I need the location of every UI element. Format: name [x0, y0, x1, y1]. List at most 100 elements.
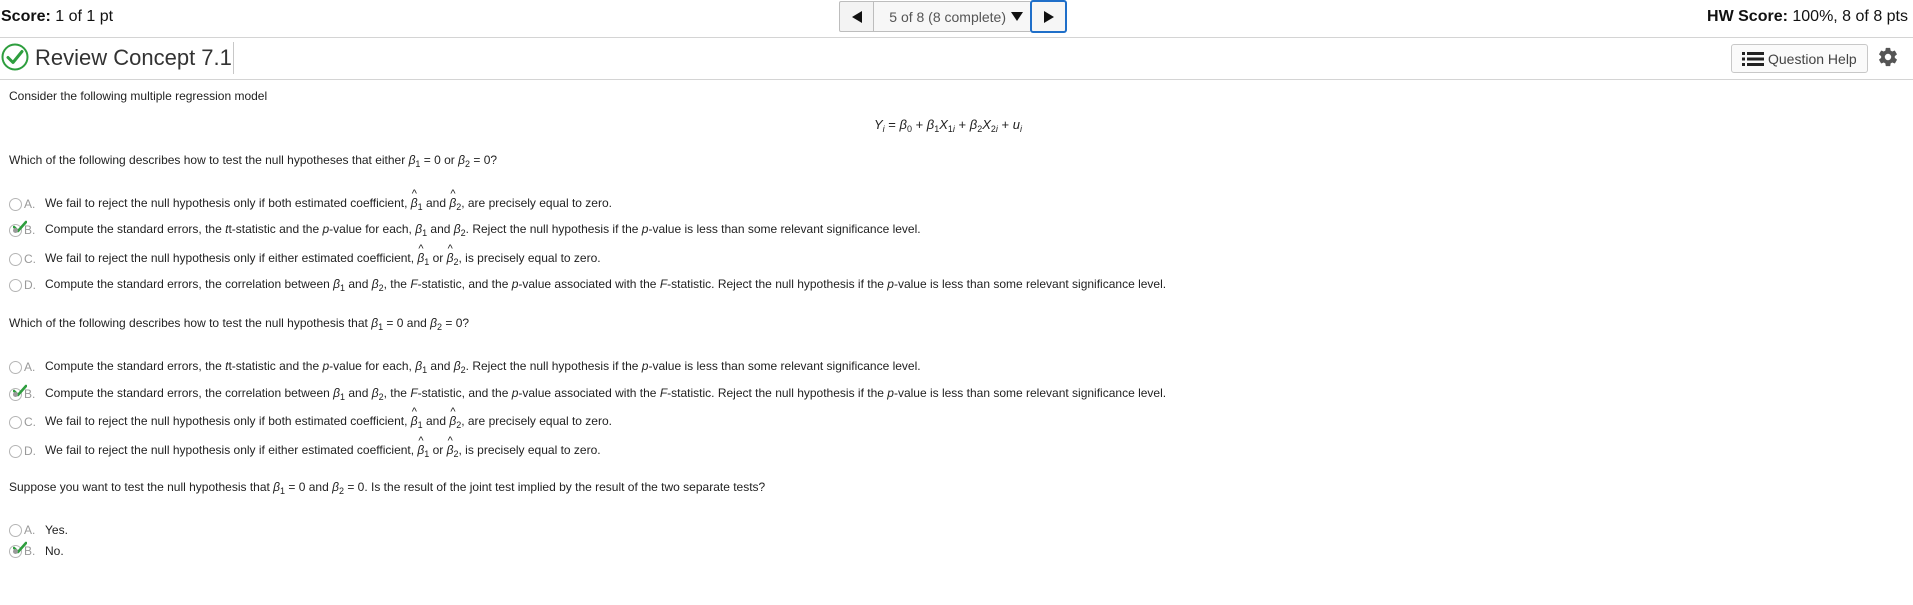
checkmark-icon — [13, 384, 27, 396]
fragment: -value for each, — [329, 359, 416, 373]
fragment: or — [429, 251, 447, 265]
page-title: Review Concept 7.1 — [35, 45, 232, 70]
fragment: Compute the standard errors, the — [45, 359, 226, 373]
checkmark-icon — [13, 541, 27, 553]
q2-option-c-radio[interactable] — [9, 415, 22, 429]
q2-option-b-radio[interactable] — [9, 384, 27, 401]
fragment: -value is less than some relevant signif… — [893, 277, 1167, 291]
fragment: Compute the standard errors, the — [45, 222, 226, 236]
option-text: Yes. — [45, 523, 68, 537]
question-navigator: 5 of 8 (8 complete) — [839, 0, 1067, 34]
option-text: Compute the standard errors, the tt-stat… — [45, 359, 921, 375]
fragment: -statistic, and the — [417, 386, 512, 400]
triangle-left-icon — [851, 10, 862, 23]
fragment: -value is less than some relevant signif… — [648, 222, 921, 236]
q2-option-b[interactable]: B. Compute the standard errors, the corr… — [9, 384, 1167, 403]
option-letter: C. — [24, 252, 36, 266]
q3-option-a[interactable]: A. Yes. — [9, 521, 68, 539]
or-text: or — [440, 153, 459, 167]
hw-score: HW Score: 100%, 8 of 8 pts — [1707, 8, 1908, 26]
fragment: We fail to reject the null hypothesis on… — [45, 414, 411, 428]
fragment: -value is less than some relevant signif… — [893, 386, 1167, 400]
question-1-prompt-text: Which of the following describes how to … — [9, 153, 409, 167]
question-help-button[interactable]: Question Help — [1731, 44, 1868, 73]
intro-text: Consider the following multiple regressi… — [9, 89, 268, 103]
q1-option-a-radio[interactable] — [9, 197, 22, 211]
fragment: and — [345, 277, 372, 291]
fragment: and — [422, 196, 450, 210]
option-letter: A. — [24, 197, 36, 211]
q1-option-b[interactable]: B. Compute the standard errors, the tt-s… — [9, 220, 921, 239]
title-row: Review Concept 7.1 — [0, 38, 1913, 78]
q3-option-a-radio[interactable] — [9, 523, 22, 537]
q2-option-d[interactable]: D. We fail to reject the null hypothesis… — [9, 435, 601, 460]
question-2-prompt: Which of the following describes how to … — [9, 316, 470, 332]
title-separator — [233, 42, 234, 74]
check-circle-icon — [1, 43, 29, 71]
option-text: Compute the standard errors, the tt-stat… — [45, 222, 921, 238]
option-letter: A. — [24, 523, 36, 537]
question-3-prompt-text: Suppose you want to test the null hypoth… — [9, 480, 274, 494]
and-text: and — [305, 480, 333, 494]
fragment: We fail to reject the null hypothesis on… — [45, 251, 418, 265]
hw-score-label: HW Score: — [1707, 8, 1788, 25]
score-label: Score: — [1, 8, 51, 25]
fragment: -value for each, — [329, 222, 416, 236]
question-select[interactable]: 5 of 8 (8 complete) — [874, 1, 1030, 32]
question-1-prompt: Which of the following describes how to … — [9, 153, 498, 169]
gear-icon[interactable] — [1877, 46, 1899, 68]
option-text: Compute the standard errors, the correla… — [45, 386, 1167, 402]
fragment: -statistic. Reject the null hypothesis i… — [667, 386, 888, 400]
q2-option-c[interactable]: C. We fail to reject the null hypothesis… — [9, 406, 612, 431]
checkmark-icon — [13, 220, 27, 232]
q2-option-a[interactable]: A. Compute the standard errors, the tt-s… — [9, 358, 921, 376]
q2-option-d-radio[interactable] — [9, 444, 22, 458]
score-value: 1 of 1 pt — [50, 8, 114, 25]
option-text: We fail to reject the null hypothesis on… — [45, 406, 612, 430]
q1-option-c-radio[interactable] — [9, 252, 22, 266]
triangle-right-icon — [1043, 10, 1054, 23]
fragment: -statistic, and the — [417, 277, 512, 291]
question-3-prompt-end: . Is the result of the joint test implie… — [364, 480, 766, 494]
option-letter: D. — [24, 278, 36, 292]
option-letter: A. — [24, 360, 36, 374]
q1-option-a[interactable]: A. We fail to reject the null hypothesis… — [9, 188, 612, 213]
q1-option-b-radio[interactable] — [9, 220, 27, 237]
option-text: We fail to reject the null hypothesis on… — [45, 188, 612, 212]
fragment: or — [429, 443, 447, 457]
fragment: Compute the standard errors, the correla… — [45, 277, 334, 291]
q3-option-b-radio[interactable] — [9, 541, 27, 558]
q1-option-c[interactable]: C. We fail to reject the null hypothesis… — [9, 243, 601, 268]
q2-option-a-radio[interactable] — [9, 360, 22, 374]
fragment: and — [427, 222, 454, 236]
option-letter: D. — [24, 444, 36, 458]
score: Score: 1 of 1 pt — [1, 8, 113, 26]
fragment: -value associated with the — [518, 277, 660, 291]
fragment: -statistic. Reject the null hypothesis i… — [667, 277, 888, 291]
and-text: and — [403, 316, 431, 330]
hw-score-value: 100%, 8 of 8 pts — [1787, 8, 1908, 25]
top-bar: Score: 1 of 1 pt 5 of 8 (8 complete) HW … — [0, 0, 1913, 36]
fragment: and — [427, 359, 454, 373]
option-letter: C. — [24, 415, 36, 429]
question-help-label: Question Help — [1768, 50, 1857, 67]
q1-option-d-radio[interactable] — [9, 278, 22, 292]
fragment: , are precisely equal to zero. — [461, 196, 612, 210]
fragment: Compute the standard errors, the correla… — [45, 386, 334, 400]
question-position: 5 of 8 (8 complete) — [889, 8, 1006, 25]
triangle-down-icon — [1011, 12, 1023, 21]
fragment: -value is less than some relevant signif… — [648, 359, 921, 373]
previous-question-button[interactable] — [839, 1, 874, 32]
fragment: , the — [383, 277, 411, 291]
fragment: , the — [383, 386, 411, 400]
fragment: t-statistic and the — [228, 359, 323, 373]
fragment: , are precisely equal to zero. — [461, 414, 612, 428]
q3-option-b[interactable]: B. No. — [9, 541, 64, 560]
q1-option-d[interactable]: D. Compute the standard errors, the corr… — [9, 276, 1166, 294]
fragment: . Reject the null hypothesis if the — [465, 359, 642, 373]
fragment: , is precisely equal to zero. — [458, 251, 601, 265]
next-question-button[interactable] — [1030, 0, 1067, 33]
question-3-prompt: Suppose you want to test the null hypoth… — [9, 480, 766, 496]
option-text: We fail to reject the null hypothesis on… — [45, 435, 601, 459]
option-text: We fail to reject the null hypothesis on… — [45, 243, 601, 267]
